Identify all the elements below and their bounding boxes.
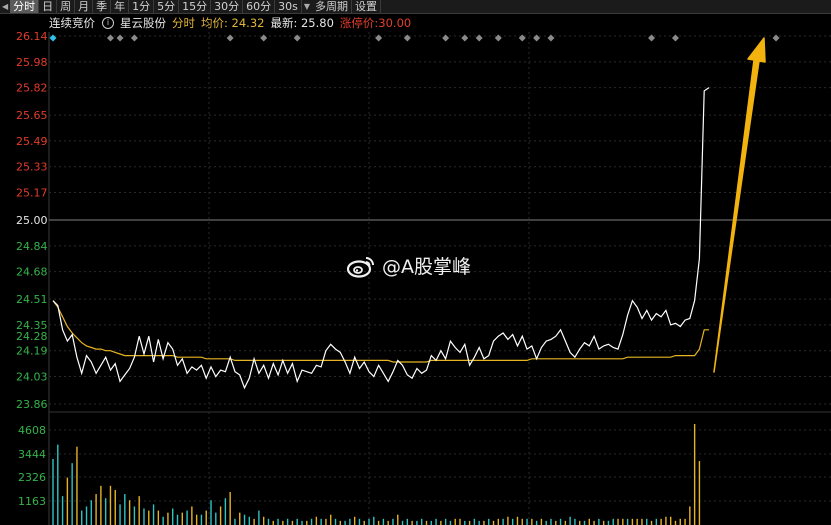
price-tick-label: 24.51 [16, 293, 48, 306]
event-marker-icon [461, 34, 469, 42]
volume-tick-label: 1163 [18, 495, 46, 508]
event-marker-icon [116, 34, 124, 42]
price-tick-label: 25.98 [16, 56, 48, 69]
event-marker-icon [475, 34, 483, 42]
event-marker-icon [442, 34, 450, 42]
price-tick-label: 25.00 [16, 214, 48, 227]
volume-tick-label: 3444 [18, 448, 46, 461]
price-tick-label: 24.68 [16, 266, 48, 279]
event-marker-icon [375, 34, 383, 42]
watermark: @A股掌峰 [346, 252, 471, 279]
event-marker-icon [547, 34, 555, 42]
volume-tick-label: 2326 [18, 471, 46, 484]
price-tick-label: 25.33 [16, 161, 48, 174]
event-marker-icon [671, 34, 679, 42]
price-tick-label: 25.49 [16, 135, 48, 148]
price-tick-label: 25.17 [16, 187, 48, 200]
price-tick-label: 24.03 [16, 371, 48, 384]
event-marker-icon [260, 34, 268, 42]
event-marker-icon [106, 34, 114, 42]
price-tick-label: 25.82 [16, 82, 48, 95]
price-tick-label: 25.65 [16, 109, 48, 122]
event-marker-icon [772, 34, 780, 42]
weibo-icon [346, 256, 374, 278]
price-tick-label: 23.86 [16, 398, 48, 411]
volume-tick-label: 4608 [18, 424, 46, 437]
event-marker-icon [226, 34, 234, 42]
price-tick-label: 24.19 [16, 345, 48, 358]
price-tick-label: 26.14 [16, 30, 48, 43]
event-marker-icon [130, 34, 138, 42]
price-marker-label: 24.28 [16, 330, 48, 343]
price-line [52, 87, 710, 390]
watermark-text: @A股掌峰 [382, 256, 471, 278]
price-tick-label: 24.84 [16, 240, 48, 253]
